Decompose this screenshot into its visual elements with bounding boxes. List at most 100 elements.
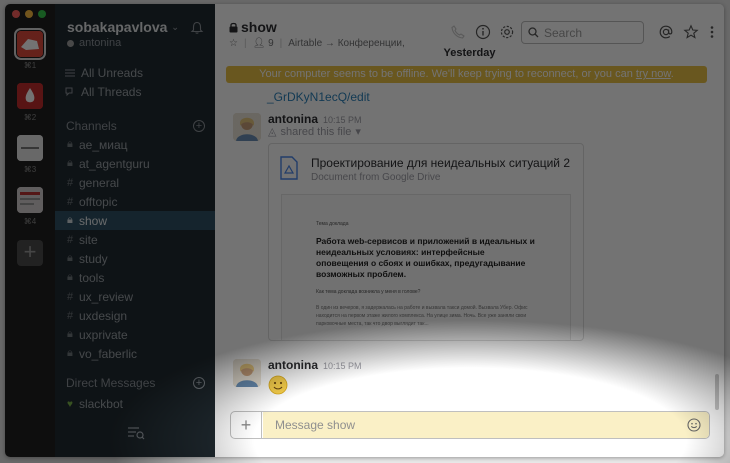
channel-item[interactable]: # site	[55, 230, 215, 249]
add-team-button[interactable]: +	[17, 240, 43, 266]
channel-item[interactable]: 🔒︎ tools	[55, 268, 215, 287]
starred-items-icon[interactable]	[683, 24, 699, 40]
attach-button[interactable]: +	[231, 412, 262, 438]
team-icon-1[interactable]	[14, 28, 46, 60]
message-input[interactable]	[263, 412, 709, 438]
channel-item[interactable]: 🔒︎ ae_миац	[55, 135, 215, 154]
hash-icon: #	[67, 309, 74, 322]
lock-icon: 🔒︎	[67, 138, 73, 150]
team-icon-4[interactable]	[17, 187, 43, 213]
dog-logo-icon	[17, 31, 43, 57]
channel-item-active[interactable]: 🔒︎ show	[55, 211, 215, 230]
channel-item[interactable]: 🔒︎ study	[55, 249, 215, 268]
user-photo-icon	[233, 359, 261, 387]
doc-preview-label: Тема доклада	[316, 221, 349, 227]
offline-banner-text: Your computer seems to be offline. We'll…	[259, 68, 633, 80]
channel-item[interactable]: 🔒︎ uxprivate	[55, 325, 215, 344]
file-attachment-card[interactable]: Проектирование для неидеальных ситуаций …	[268, 143, 584, 341]
channel-name: general	[79, 175, 120, 190]
message-composer: +	[230, 411, 710, 439]
lock-icon	[229, 22, 238, 32]
author-name: antonina	[268, 358, 318, 372]
channel-item[interactable]: # general	[55, 173, 215, 192]
doc-preview-heading: Работа web-сервисов и приложений в идеал…	[316, 236, 535, 279]
close-window-button[interactable]	[12, 10, 20, 18]
gear-icon[interactable]	[499, 24, 515, 40]
quick-switcher-icon[interactable]	[127, 426, 145, 440]
team-switcher: ⌘1 ⌘2 ⌘3 ⌘4 +	[5, 4, 55, 457]
username: antonina	[79, 37, 122, 49]
nav-all-unreads-label: All Unreads	[81, 66, 144, 80]
lock-icon: 🔒︎	[67, 347, 73, 359]
nav-all-threads[interactable]: All Threads	[65, 85, 141, 99]
info-icon[interactable]	[475, 24, 491, 40]
emoji-picker-icon[interactable]	[687, 418, 701, 432]
team-name: sobakapavlova	[67, 19, 168, 35]
zoom-window-button[interactable]	[38, 10, 46, 18]
hash-icon: #	[67, 233, 74, 246]
channel-name: show	[79, 213, 108, 228]
author-name: antonina	[268, 112, 318, 126]
channel-item[interactable]: # offtopic	[55, 192, 215, 211]
add-dm-button[interactable]: +	[193, 377, 205, 389]
minimize-window-button[interactable]	[25, 10, 33, 18]
search-input[interactable]: Search	[521, 21, 644, 44]
avatar[interactable]	[233, 113, 261, 141]
team-shortcut-1: ⌘1	[23, 61, 37, 70]
search-placeholder: Search	[544, 25, 583, 40]
nav-all-unreads[interactable]: All Unreads	[65, 66, 143, 80]
google-drive-icon	[280, 156, 298, 180]
channel-item[interactable]: # uxdesign	[55, 306, 215, 325]
search-icon	[528, 27, 539, 38]
message-author[interactable]: antonina 10:15 PM	[268, 358, 362, 372]
hash-icon: #	[67, 290, 74, 303]
dm-item[interactable]: ♥ slackbot	[67, 397, 123, 411]
team-icon-3[interactable]	[17, 135, 43, 161]
phone-icon[interactable]	[450, 24, 466, 40]
team-shortcut-2: ⌘2	[23, 113, 37, 122]
list-icon	[65, 69, 75, 77]
doc-preview-body: В один из вечеров, я задержалась на рабо…	[316, 305, 528, 327]
day-divider: Yesterday	[443, 47, 496, 59]
chevron-down-icon: ⌄	[171, 22, 179, 32]
channel-name: ae_миац	[79, 137, 128, 152]
channel-name: uxprivate	[79, 327, 128, 342]
bell-icon[interactable]	[190, 21, 204, 35]
channel-header-title[interactable]: show	[229, 19, 277, 35]
team-shortcut-3: ⌘3	[23, 165, 37, 174]
document-preview[interactable]: Тема доклада Работа web-сервисов и прило…	[281, 194, 571, 340]
lock-icon: 🔒︎	[67, 157, 73, 169]
offline-banner-end: .	[670, 68, 674, 80]
team-shortcut-4: ⌘4	[23, 217, 37, 226]
channel-item[interactable]: 🔒︎ at_agentguru	[55, 154, 215, 173]
window-controls	[12, 10, 46, 18]
mentions-icon[interactable]	[658, 24, 674, 40]
avatar[interactable]	[233, 359, 261, 387]
channel-item[interactable]: # ux_review	[55, 287, 215, 306]
message-timestamp[interactable]: 10:15 PM	[323, 115, 362, 125]
direct-messages-heading[interactable]: Direct Messages	[66, 376, 155, 390]
scrollbar[interactable]	[715, 374, 719, 410]
team-icon-2[interactable]	[17, 83, 43, 109]
message-timestamp[interactable]: 10:15 PM	[323, 361, 362, 371]
channels-heading[interactable]: Channels	[66, 119, 117, 133]
message-author[interactable]: antonina 10:15 PM	[268, 112, 362, 126]
message-link[interactable]: _GrDKyN1ecQ/edit	[267, 90, 370, 104]
chevron-down-icon[interactable]: ▾	[355, 125, 361, 138]
team-name-menu[interactable]: sobakapavlova ⌄	[67, 19, 179, 35]
channel-item[interactable]: 🔒︎ vo_faberlic	[55, 344, 215, 363]
user-status[interactable]: antonina	[67, 37, 121, 49]
hash-icon: #	[67, 176, 74, 189]
add-channel-button[interactable]: +	[193, 120, 205, 132]
heart-icon: ♥	[67, 398, 73, 410]
try-now-link[interactable]: try now	[636, 68, 671, 80]
sidebar: sobakapavlova ⌄ antonina All Unreads All …	[55, 4, 215, 457]
presence-dot-icon	[67, 39, 74, 47]
dm-name: slackbot	[78, 397, 123, 411]
text-logo-icon	[17, 135, 43, 161]
more-options-icon[interactable]	[708, 24, 716, 40]
shared-file-label: ◬ shared this file ▾	[268, 125, 361, 139]
lock-icon: 🔒︎	[67, 271, 73, 283]
lock-icon: 🔒︎	[67, 328, 73, 340]
file-title[interactable]: Проектирование для неидеальных ситуаций …	[311, 156, 570, 170]
